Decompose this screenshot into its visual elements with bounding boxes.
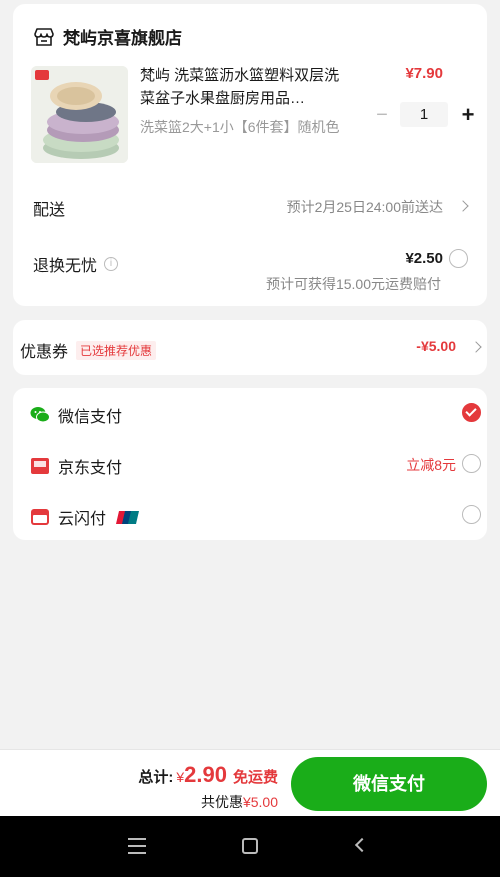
delivery-label: 配送	[33, 202, 66, 219]
payment-option-quickpass[interactable]: 云闪付	[30, 505, 140, 529]
payment-label: 京东支付	[58, 460, 123, 477]
payment-radio-jd[interactable]	[462, 454, 481, 473]
discount-label: 共优惠	[200, 794, 243, 810]
store-icon	[34, 27, 54, 46]
quickpass-icon	[31, 509, 49, 525]
jd-pay-icon	[31, 458, 49, 474]
product-spec[interactable]: 洗菜篮2大+1小【6件套】随机色	[140, 117, 355, 138]
product-image-graphic	[31, 66, 128, 163]
pay-button[interactable]: 微信支付	[291, 757, 487, 811]
quantity-stepper: − 1 +	[372, 102, 478, 127]
quantity-input[interactable]: 1	[400, 102, 448, 127]
coupon-label: 优惠券	[20, 344, 69, 361]
shop-header[interactable]: 梵屿京喜旗舰店	[33, 24, 182, 49]
coupon-row[interactable]: 优惠券 已选推荐优惠	[20, 338, 157, 362]
home-icon[interactable]	[242, 838, 258, 854]
product-price: ¥7.90	[405, 65, 443, 82]
total-line: 总计: ¥ 2.90 免运费	[138, 762, 278, 788]
discount-value: ¥5.00	[242, 794, 278, 810]
payment-radio-wechat-selected[interactable]	[462, 403, 481, 422]
currency-symbol: ¥	[176, 769, 185, 785]
increase-quantity-button[interactable]: +	[458, 102, 478, 127]
chevron-right-icon[interactable]	[457, 200, 469, 212]
decrease-quantity-button[interactable]: −	[372, 103, 392, 127]
menu-icon[interactable]	[128, 838, 146, 859]
return-service-radio[interactable]	[449, 249, 468, 268]
payment-option-jd[interactable]: 京东支付	[30, 454, 122, 478]
jd-pay-promo: 立减8元	[406, 457, 456, 473]
shop-name: 梵屿京喜旗舰店	[63, 29, 182, 48]
order-card: 梵屿京喜旗舰店 梵屿 洗菜篮沥水篮塑料双层洗菜盆子水果盘厨房用品… 洗菜篮2大+…	[13, 4, 487, 306]
return-service-note: 预计可获得15.00元运费赔付	[265, 276, 441, 292]
info-icon[interactable]: i	[104, 257, 119, 271]
product-title[interactable]: 梵屿 洗菜篮沥水篮塑料双层洗菜盆子水果盘厨房用品…	[140, 64, 350, 110]
check-icon	[465, 405, 477, 417]
payment-option-wechat[interactable]: 微信支付	[30, 403, 122, 427]
coupon-value: -¥5.00	[416, 338, 456, 354]
return-service-price: ¥2.50	[405, 250, 443, 267]
delivery-estimate[interactable]: 预计2月25日24:00前送达	[287, 197, 443, 217]
free-shipping-label: 免运费	[232, 769, 278, 786]
payment-label: 微信支付	[58, 409, 123, 426]
unionpay-logo-icon	[116, 510, 140, 524]
system-nav-bar	[0, 816, 500, 877]
discount-line: 共优惠¥5.00	[201, 792, 278, 812]
return-service-label: 退换无忧	[33, 258, 98, 275]
total-amount: 2.90	[184, 762, 227, 787]
product-image[interactable]	[31, 66, 128, 163]
wechat-pay-icon	[30, 407, 50, 423]
back-icon[interactable]	[354, 837, 370, 853]
payment-label: 云闪付	[58, 511, 107, 528]
coupon-tag: 已选推荐优惠	[76, 340, 157, 360]
return-service-row: 退换无忧 i	[33, 252, 119, 276]
total-label: 总计:	[138, 769, 174, 786]
payment-radio-quickpass[interactable]	[462, 505, 481, 524]
checkout-bar: 总计: ¥ 2.90 免运费 共优惠¥5.00 微信支付	[0, 749, 500, 816]
